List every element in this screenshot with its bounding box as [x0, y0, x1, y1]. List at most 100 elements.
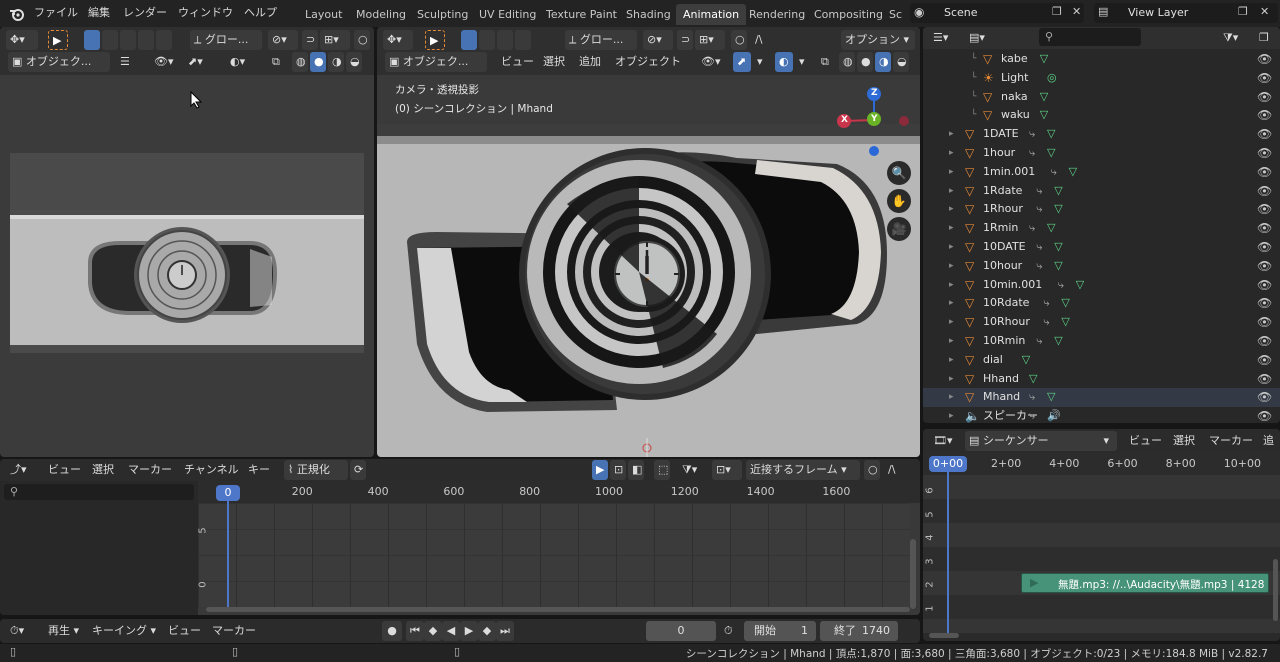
jump-end-button[interactable]: ⏭	[496, 621, 514, 641]
only-errors-toggle[interactable]: ◧	[628, 460, 644, 480]
mesh-data-icon[interactable]: ▽	[1054, 332, 1062, 351]
remove-view-layer-icon[interactable]: ✕	[1260, 5, 1269, 18]
normalize-toggle[interactable]: ⌇ 正規化	[284, 460, 348, 480]
viewport-shading-material[interactable]: ◑	[875, 52, 891, 72]
viewport-menu-select[interactable]: 選択	[539, 52, 569, 72]
expand-arrow-icon[interactable]: ▸	[949, 257, 954, 276]
visibility-eye-icon[interactable]: 👁	[1257, 69, 1272, 88]
viewport-menu-add[interactable]: 追加	[575, 52, 605, 72]
viewport-xray-toggle[interactable]: ⧉	[817, 52, 835, 72]
jump-start-button[interactable]: ⏮	[406, 621, 424, 641]
mesh-data-icon[interactable]: ▽	[1069, 163, 1077, 182]
select-mode-invert[interactable]	[138, 30, 154, 50]
visibility-eye-icon[interactable]: 👁	[1257, 388, 1272, 407]
viewport-gizmo-dropdown[interactable]: ▾	[753, 52, 767, 72]
auto-snap-dropdown[interactable]: 近接するフレーム ▾	[746, 460, 860, 480]
mesh-data-icon[interactable]: ▽	[1047, 125, 1055, 144]
outliner-row[interactable]: └ ▽ naka ▽ 👁	[923, 88, 1280, 107]
menu-window[interactable]: ウィンドウ	[178, 4, 233, 22]
sequencer-view-type[interactable]: ▤ シーケンサー ▾	[965, 431, 1117, 451]
viewport-pivot-dropdown[interactable]: ⊘▾	[643, 30, 673, 50]
jump-next-key-button[interactable]: ◆	[478, 621, 496, 641]
menu-help[interactable]: ヘルプ	[244, 4, 277, 22]
viewport-overlay-dropdown[interactable]: ▾	[795, 52, 809, 72]
graph-falloff-dropdown[interactable]: /\	[884, 460, 910, 480]
viewport-select-invert[interactable]	[515, 30, 531, 50]
mesh-data-icon[interactable]: ▽	[1054, 200, 1062, 219]
expand-arrow-icon[interactable]: ▸	[949, 219, 954, 238]
visibility-eye-icon[interactable]: 👁	[1257, 313, 1272, 332]
outliner-row[interactable]: ▸ ▽ 1hour ⤷ ▽ 👁	[923, 144, 1280, 163]
outliner-row[interactable]: ▸ 🔈 スピーカー ⤷ 🔊 👁	[923, 407, 1280, 423]
expand-arrow-icon[interactable]: ▸	[949, 370, 954, 389]
viewport-select-subtract[interactable]	[497, 30, 513, 50]
tab-texture-paint[interactable]: Texture Paint	[539, 4, 624, 25]
graph-playhead-label[interactable]: 0	[216, 485, 240, 501]
auto-normalize-icon[interactable]: ⟳	[350, 460, 366, 480]
visibility-eye-icon[interactable]: 👁	[1257, 351, 1272, 370]
outliner-row[interactable]: ▸ ▽ Mhand ⤷ ▽ 👁	[923, 388, 1280, 408]
sequencer-horizontal-scrollbar[interactable]	[929, 633, 959, 638]
outliner-search-input[interactable]: ⚲	[1039, 28, 1141, 46]
new-view-layer-icon[interactable]: ❐	[1238, 5, 1248, 18]
expand-arrow-icon[interactable]: ▸	[949, 125, 954, 144]
shading-material[interactable]: ◑	[328, 52, 344, 72]
visibility-eye-icon[interactable]: 👁	[1257, 407, 1272, 423]
viewport-snap-dropdown[interactable]: ⊞▾	[695, 30, 725, 50]
viewport-visibility-dropdown[interactable]: 👁▾	[697, 52, 725, 72]
viewport-shading-rendered[interactable]: ◒	[893, 52, 909, 72]
expand-arrow-icon[interactable]: ▸	[949, 144, 954, 163]
modifier-icon[interactable]: ⤷	[1058, 276, 1064, 295]
timeline-editor-type[interactable]: ⏱▾	[6, 621, 38, 641]
expand-arrow-icon[interactable]: ▸	[949, 407, 954, 423]
visibility-eye-icon[interactable]: 👁	[1257, 276, 1272, 295]
viewport-proportional-toggle[interactable]: ○	[731, 30, 747, 50]
tab-modeling[interactable]: Modeling	[349, 4, 413, 25]
only-selected-toggle[interactable]: ▶	[592, 460, 608, 480]
mesh-data-icon[interactable]: ▽	[1040, 88, 1048, 107]
outliner-row[interactable]: ▸ ▽ 10hour ⤷ ▽ 👁	[923, 257, 1280, 276]
play-reverse-button[interactable]: ◀	[442, 621, 460, 641]
expand-arrow-icon[interactable]: ▸	[949, 238, 954, 257]
scene-selector[interactable]: ◉ Scene ❐ ✕	[910, 3, 1084, 23]
select-mode-new[interactable]	[84, 30, 100, 50]
play-button[interactable]: ▶	[460, 621, 478, 641]
expand-arrow-icon[interactable]: ▸	[949, 351, 954, 370]
proportional-edit-toggle[interactable]: ○	[354, 30, 370, 50]
select-mode-extend[interactable]	[102, 30, 118, 50]
modifier-icon[interactable]: ⤷	[1029, 407, 1035, 423]
visibility-eye-icon[interactable]: 👁	[1257, 219, 1272, 238]
graph-menu-view[interactable]: ビュー	[44, 460, 85, 480]
jump-prev-key-button[interactable]: ◆	[424, 621, 442, 641]
mesh-data-icon[interactable]: ▽	[1047, 388, 1055, 407]
viewport-mode-dropdown[interactable]: ▣ オブジェク...	[385, 52, 487, 72]
sequencer-menu-select[interactable]: 選択	[1169, 431, 1199, 451]
mesh-data-icon[interactable]: ▽	[1076, 276, 1084, 295]
outliner-row[interactable]: ▸ ▽ Hhand ▽ 👁	[923, 370, 1280, 389]
show-hidden-toggle[interactable]: ⊡	[610, 460, 626, 480]
preview-range-icon[interactable]: ⏱	[720, 621, 740, 641]
end-frame-field[interactable]: 終了 1740	[820, 621, 898, 641]
outliner-row[interactable]: └ ☀ Light ◎ 👁	[923, 69, 1280, 88]
graph-editor-type[interactable]: ⤴▾	[6, 460, 38, 480]
pan-view-button[interactable]: ✋	[887, 189, 911, 213]
viewport-gizmo-toggle[interactable]: ⬈	[733, 52, 751, 72]
outliner-display-mode[interactable]: ▤▾	[965, 28, 997, 48]
start-frame-field[interactable]: 開始 1	[744, 621, 816, 641]
snap-toggle[interactable]: ⊃	[302, 30, 318, 50]
mesh-data-icon[interactable]: ▽	[1054, 238, 1062, 257]
sound-strip[interactable]: ▶ 無題.mp3: //..\Audacity\無題.mp3 | 4128	[1021, 573, 1269, 593]
viewport-select-tool[interactable]: ▶	[425, 30, 445, 50]
graph-menu-marker[interactable]: マーカー	[124, 460, 176, 480]
channel-search-input[interactable]: ⚲	[4, 484, 194, 500]
mesh-data-icon[interactable]: ▽	[1061, 294, 1069, 313]
new-scene-icon[interactable]: ❐	[1052, 5, 1062, 18]
outliner-row[interactable]: └ ▽ waku ▽ 👁	[923, 106, 1280, 125]
outliner-editor-type[interactable]: ☰▾	[929, 28, 961, 48]
visibility-dropdown[interactable]: 👁▾	[150, 52, 178, 72]
visibility-eye-icon[interactable]: 👁	[1257, 200, 1272, 219]
visibility-eye-icon[interactable]: 👁	[1257, 125, 1272, 144]
outliner-filter-dropdown[interactable]: ⧩▾	[1219, 28, 1249, 48]
tab-shading[interactable]: Shading	[619, 4, 678, 25]
pivot-point-dropdown[interactable]: ⊡▾	[712, 460, 742, 480]
